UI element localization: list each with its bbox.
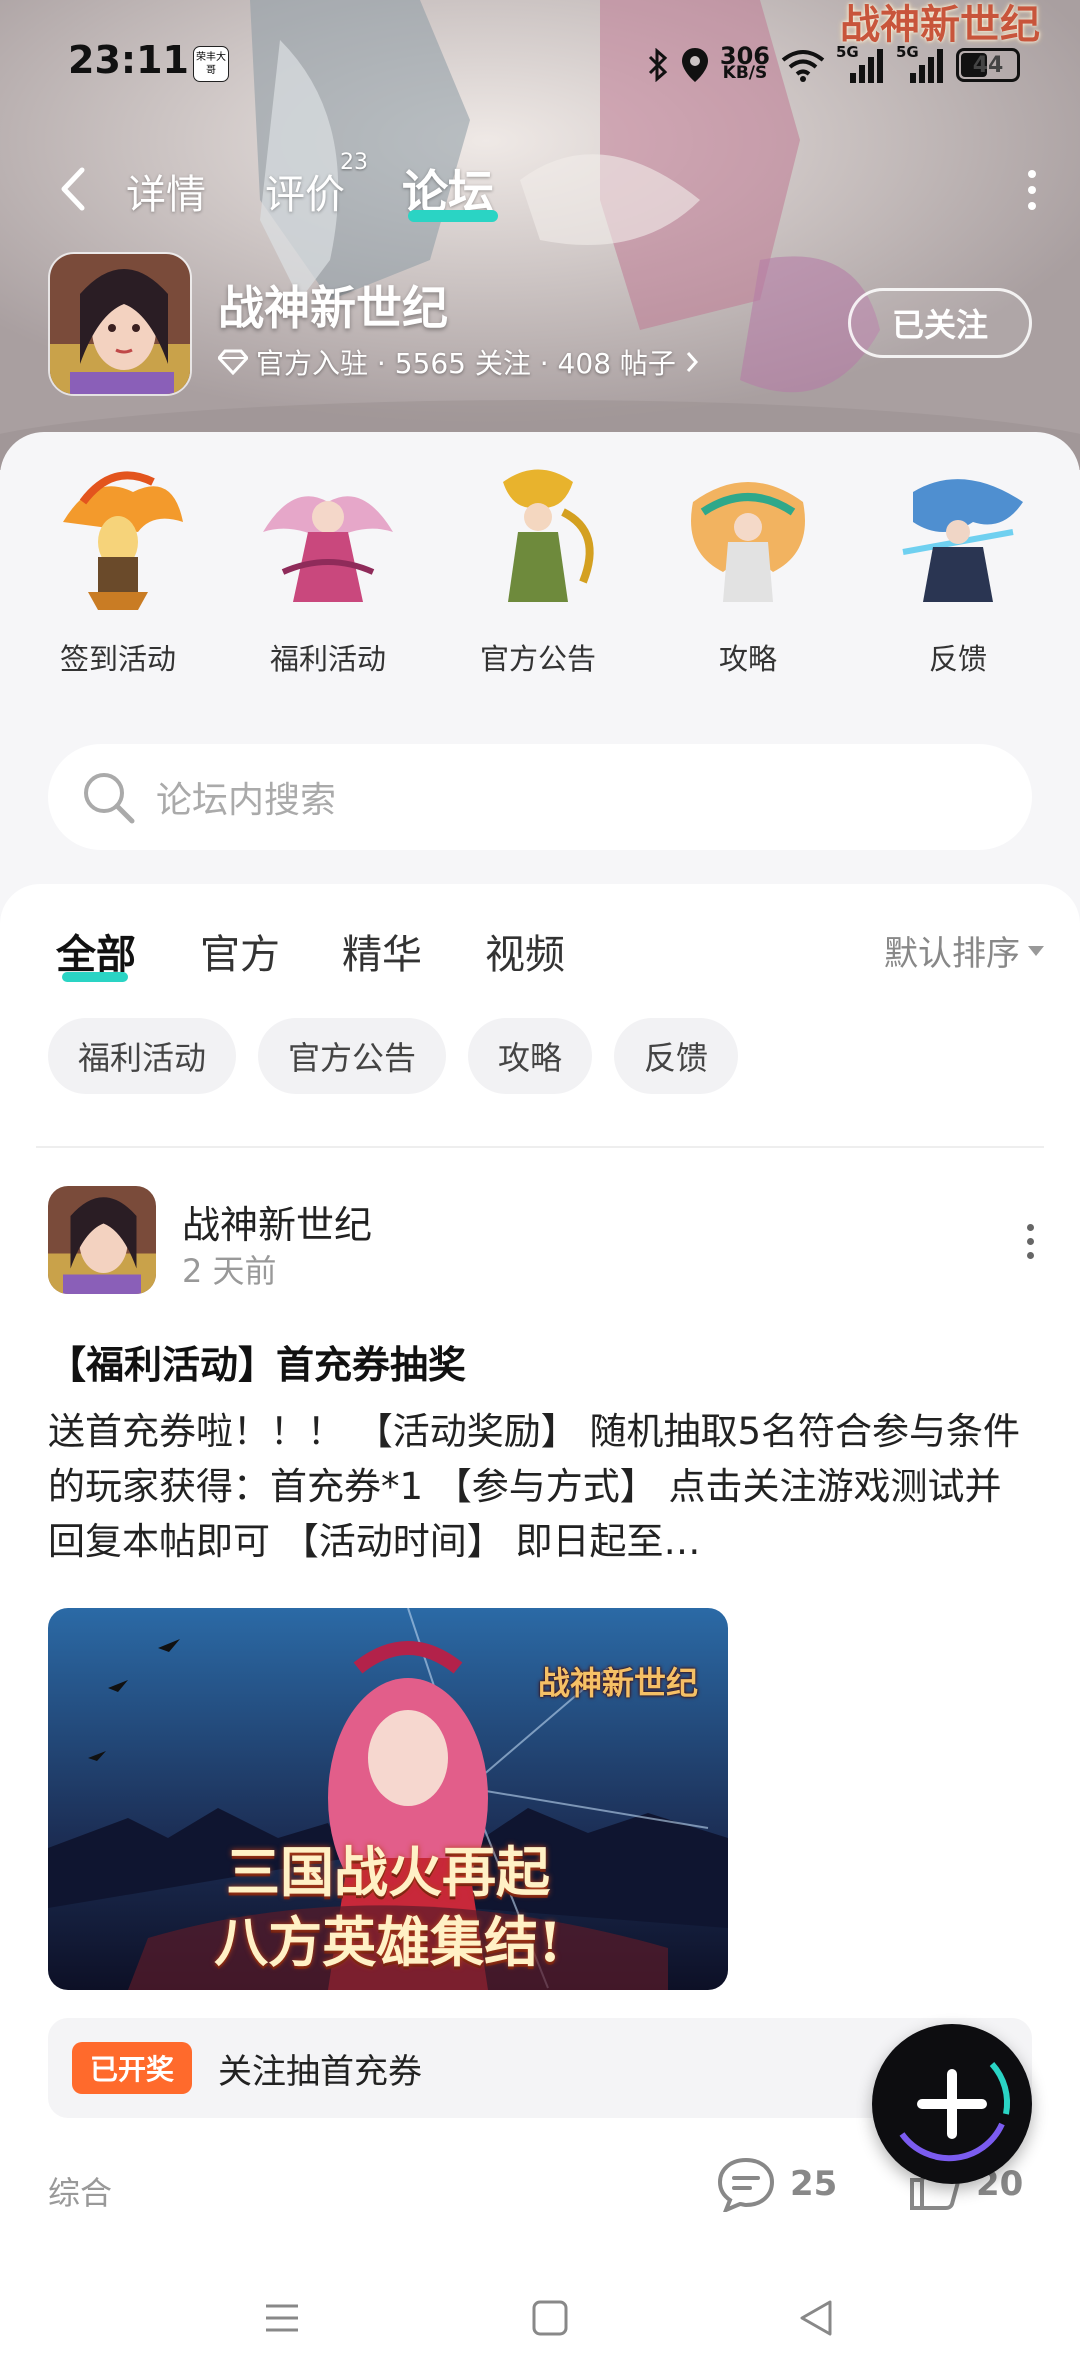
announcement-hero-icon [503,469,594,602]
chip-welfare[interactable]: 福利活动 [48,1018,237,1094]
game-header: 战神新世纪 23:11 荣丰大哥 306 KB/S 5G 5G 44 详情 评价… [0,0,1080,470]
search-input[interactable]: 论坛内搜索 [48,744,1032,850]
chip-feedback[interactable]: 反馈 [614,1018,739,1094]
plus-icon [899,2061,1011,2162]
location-icon [681,48,708,82]
category-label: 反馈 [928,642,987,676]
category-label: 签到活动 [59,642,176,676]
caret-down-icon [1028,945,1044,956]
filter-tabs: 全部 官方 精华 视频 默认排序 [0,884,1080,1004]
post-more-icon[interactable] [1024,1224,1036,1264]
back-nav-icon[interactable] [796,2298,836,2338]
system-nav-bar [0,2262,1080,2376]
category-welfare[interactable]: 福利活动 [238,462,418,678]
image-headline-1: 三国战火再起 [226,1840,550,1904]
image-headline-2: 八方英雄集结! [214,1910,562,1974]
lottery-status-badge: 已开奖 [72,2042,193,2094]
game-icon[interactable] [48,252,192,396]
category-checkin[interactable]: 签到活动 [28,462,208,678]
status-bar: 23:11 荣丰大哥 306 KB/S 5G 5G 44 [0,0,1080,130]
category-label: 福利活动 [269,642,386,676]
follow-button[interactable]: 已关注 [848,288,1032,358]
home-icon[interactable] [530,2298,570,2338]
checkin-hero-icon [63,471,183,610]
feed-divider [36,1146,1044,1148]
search-placeholder: 论坛内搜索 [156,780,337,821]
game-meta-text: 官方入驻 · 5565 关注 · 408 帖子 [256,347,676,380]
filter-tab-official[interactable]: 官方 [200,922,280,980]
topic-chips: 福利活动 官方公告 攻略 反馈 [48,1018,739,1094]
feedback-hero-icon [902,479,1023,602]
search-icon [84,773,135,824]
battery-icon: 44 [956,48,1020,82]
menu-icon[interactable] [262,2298,302,2338]
signal-1-label: 5G [836,43,859,61]
diamond-icon [218,349,248,375]
chip-announcement[interactable]: 官方公告 [258,1018,447,1094]
sort-dropdown[interactable]: 默认排序 [884,926,1044,975]
category-guide[interactable]: 攻略 [658,462,838,678]
chevron-right-icon [686,352,698,372]
game-info: 战神新世纪 官方入驻 · 5565 关注 · 408 帖子 已关注 [0,248,1080,398]
tab-details[interactable]: 详情 [126,162,206,220]
bluetooth-icon [648,48,668,82]
signal-2-label: 5G [896,43,919,61]
status-icons: 306 KB/S 5G 5G 44 [646,40,1020,90]
status-time: 23:11 [68,38,189,82]
signal-5g-icon-2: 5G [896,43,946,85]
tab-reviews[interactable]: 评价 [265,162,345,220]
game-meta[interactable]: 官方入驻 · 5565 关注 · 408 帖子 [218,342,700,382]
category-row: 签到活动 福利活动 官方公告 攻略 反馈 [0,462,1080,702]
post-body[interactable]: 送首充券啦！！！ 【活动奖励】 随机抽取5名符合参与条件的玩家获得：首充券*1 … [48,1404,1032,1569]
game-title: 战神新世纪 [218,281,448,335]
comment-count: 25 [790,2164,838,2204]
back-icon[interactable] [50,164,100,214]
lottery-text: 关注抽首充券 [218,2051,423,2092]
post-author-avatar[interactable] [48,1186,156,1294]
reviews-count-badge: 23 [340,150,368,175]
active-tab-indicator [408,210,498,222]
comment-button[interactable]: 25 [716,2156,837,2212]
category-announcement[interactable]: 官方公告 [448,462,628,678]
filter-tab-indicator [62,972,128,982]
wifi-icon [781,50,825,82]
more-vertical-icon[interactable] [1022,170,1042,214]
signal-5g-icon-1: 5G [836,43,886,85]
notification-app-icon: 荣丰大哥 [193,46,229,82]
category-label: 官方公告 [479,642,596,676]
post-author-name[interactable]: 战神新世纪 [182,1194,372,1249]
post-time: 2 天前 [182,1252,277,1290]
guide-hero-icon [691,482,805,602]
battery-level: 44 [972,52,1004,78]
post-image[interactable]: 战神新世纪 三国战火再起 八方英雄集结! [48,1608,728,1990]
post-title[interactable]: 【福利活动】首充券抽奖 [48,1334,466,1389]
welfare-hero-icon [263,496,393,602]
post-category-tag[interactable]: 综合 [48,2168,112,2214]
comment-icon [717,2157,775,2212]
chip-guide[interactable]: 攻略 [468,1018,593,1094]
top-nav: 详情 评价 23 论坛 [0,150,1080,230]
filter-tab-featured[interactable]: 精华 [342,922,422,980]
filter-tab-video[interactable]: 视频 [485,922,565,980]
network-speed-unit: KB/S [722,63,768,83]
network-speed: 306 KB/S [720,44,770,83]
sort-label: 默认排序 [884,934,1020,974]
category-feedback[interactable]: 反馈 [868,462,1048,678]
image-logo-text: 战神新世纪 [537,1664,698,1702]
category-label: 攻略 [718,642,777,676]
new-post-fab[interactable] [872,2024,1032,2184]
